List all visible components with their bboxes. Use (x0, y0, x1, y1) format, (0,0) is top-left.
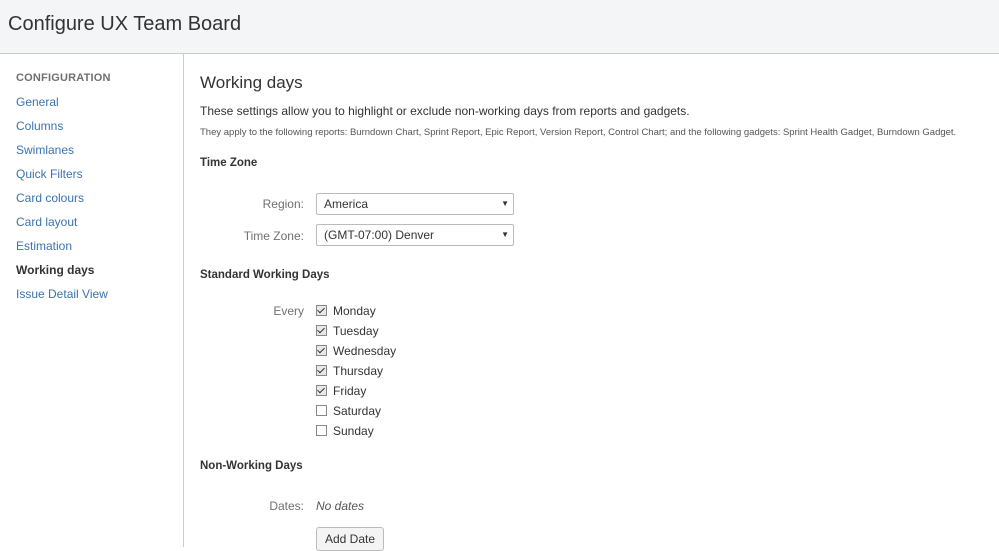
working-days-heading: Standard Working Days (200, 269, 330, 281)
dates-label: Dates: (269, 499, 304, 513)
every-label: Every (273, 304, 304, 318)
time-zone-heading: Time Zone (200, 157, 258, 169)
chevron-down-icon: ▼ (501, 199, 509, 208)
day-row-thursday: Thursday (316, 363, 383, 379)
day-row-saturday: Saturday (316, 403, 381, 419)
day-row-sunday: Sunday (316, 423, 374, 439)
region-label: Region: (262, 197, 304, 211)
day-label: Friday (333, 384, 367, 398)
sidebar-heading: CONFIGURATION (16, 72, 111, 84)
saturday-checkbox[interactable] (316, 405, 327, 417)
tuesday-checkbox[interactable] (316, 325, 327, 337)
sunday-checkbox[interactable] (316, 425, 327, 437)
board-title: Configure UX Team Board (8, 13, 242, 35)
sidebar-nav: General Columns Swimlanes Quick Filters … (16, 94, 108, 310)
reports-note: They apply to the following reports: Bur… (200, 127, 957, 138)
thursday-checkbox[interactable] (316, 365, 327, 377)
sidebar-item-estimation[interactable]: Estimation (16, 238, 108, 262)
day-label: Thursday (333, 364, 384, 378)
day-row-monday: Monday (316, 303, 376, 319)
friday-checkbox[interactable] (316, 385, 327, 397)
monday-checkbox[interactable] (316, 305, 327, 317)
page-header: Configure UX Team Board (0, 0, 999, 54)
day-label: Sunday (333, 424, 374, 438)
day-label: Tuesday (333, 324, 379, 338)
day-label: Monday (333, 304, 376, 318)
add-date-button[interactable]: Add Date (316, 527, 385, 551)
sidebar: CONFIGURATION General Columns Swimlanes … (0, 54, 184, 547)
sidebar-item-swimlanes[interactable]: Swimlanes (16, 142, 108, 166)
intro-text: These settings allow you to highlight or… (200, 104, 690, 118)
day-row-wednesday: Wednesday (316, 343, 396, 359)
day-label: Saturday (333, 404, 382, 418)
region-select[interactable]: America ▼ (316, 193, 514, 215)
time-zone-label: Time Zone: (243, 229, 304, 243)
sidebar-item-quick-filters[interactable]: Quick Filters (16, 166, 108, 190)
sidebar-item-general[interactable]: General (16, 94, 108, 118)
time-zone-select[interactable]: (GMT-07:00) Denver ▼ (316, 224, 514, 246)
page-title: Working days (200, 73, 303, 92)
sidebar-item-columns[interactable]: Columns (16, 118, 108, 142)
day-label: Wednesday (333, 344, 397, 358)
wednesday-checkbox[interactable] (316, 345, 327, 357)
non-working-days-heading: Non-Working Days (200, 460, 303, 472)
sidebar-item-card-colours[interactable]: Card colours (16, 190, 108, 214)
chevron-down-icon: ▼ (501, 230, 509, 239)
sidebar-item-working-days[interactable]: Working days (16, 262, 108, 286)
day-row-friday: Friday (316, 383, 366, 399)
sidebar-item-card-layout[interactable]: Card layout (16, 214, 108, 238)
dates-value: No dates (316, 499, 365, 513)
day-row-tuesday: Tuesday (316, 323, 379, 339)
time-zone-value: (GMT-07:00) Denver (324, 228, 435, 242)
region-value: America (324, 197, 369, 211)
sidebar-item-issue-detail-view[interactable]: Issue Detail View (16, 286, 108, 310)
